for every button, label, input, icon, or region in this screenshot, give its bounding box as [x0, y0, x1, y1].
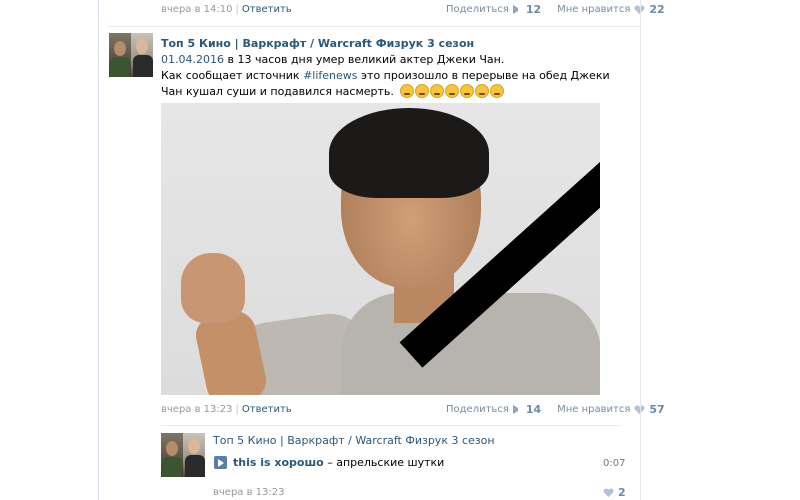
share-label: Поделиться — [446, 4, 509, 15]
megaphone-icon — [512, 5, 522, 14]
reply-link[interactable]: Ответить — [242, 4, 292, 15]
post-date-link[interactable]: 01.04.2016 — [161, 53, 224, 66]
heart-icon — [603, 488, 614, 498]
post-reply-link[interactable]: Ответить — [242, 404, 292, 415]
like-button[interactable]: Мне нравится 22 — [557, 3, 665, 16]
emoji-row — [400, 84, 505, 100]
avatar[interactable] — [109, 33, 153, 77]
post-text-start: Как сообщает источник — [161, 69, 304, 82]
timestamp[interactable]: вчера в 14:10 — [161, 4, 233, 15]
post-date-text: в 13 часов дня умер великий актер Джеки … — [223, 53, 505, 66]
like-count: 22 — [649, 3, 665, 16]
audio-track[interactable]: this is хорошо – апрельские шутки — [233, 456, 444, 469]
share-count: 14 — [525, 403, 542, 416]
post-text: Как сообщает источник #lifenews это прои… — [161, 68, 631, 100]
feed-left-border — [98, 0, 99, 500]
share-label: Поделиться — [446, 404, 509, 415]
megaphone-icon — [512, 405, 522, 414]
tired-face-icon — [490, 84, 505, 98]
post-author-link[interactable]: Топ 5 Кино | Варкрафт / Warcraft Физрук … — [161, 37, 474, 50]
share-count: 12 — [525, 3, 542, 16]
track-duration: 0:07 — [603, 458, 626, 469]
sad-face-icon — [400, 84, 415, 98]
post-photo[interactable] — [161, 103, 600, 395]
comment-like-button[interactable]: 2 — [603, 486, 626, 499]
post-like-button[interactable]: Мне нравится 57 — [557, 403, 665, 416]
comment-avatar[interactable] — [161, 433, 205, 477]
track-title[interactable]: this is хорошо — [233, 456, 324, 469]
sad-face-icon — [415, 84, 430, 98]
tired-face-icon — [460, 84, 475, 98]
post-share-button[interactable]: Поделиться 14 — [446, 403, 541, 416]
play-button[interactable] — [214, 456, 227, 469]
share-button[interactable]: Поделиться 12 — [446, 3, 541, 16]
sad-face-icon — [430, 84, 445, 98]
feed-right-border — [640, 0, 641, 500]
comment-like-count: 2 — [618, 486, 626, 499]
like-label: Мне нравится — [557, 4, 631, 15]
track-separator: – — [327, 456, 337, 469]
like-count: 57 — [649, 403, 665, 416]
track-artist[interactable]: апрельские шутки — [336, 456, 444, 469]
divider — [161, 425, 621, 426]
comment-timestamp[interactable]: вчера в 13:23 — [213, 487, 285, 498]
tired-face-icon — [475, 84, 490, 98]
post-timestamp[interactable]: вчера в 13:23 — [161, 404, 233, 415]
like-label: Мне нравится — [557, 404, 631, 415]
comment-author-link[interactable]: Топ 5 Кино | Варкрафт / Warcraft Физрук … — [213, 434, 495, 447]
divider — [108, 26, 640, 27]
post-date-line: 01.04.2016 в 13 часов дня умер великий а… — [161, 53, 504, 66]
hashtag-link[interactable]: #lifenews — [303, 69, 357, 82]
tired-face-icon — [445, 84, 460, 98]
